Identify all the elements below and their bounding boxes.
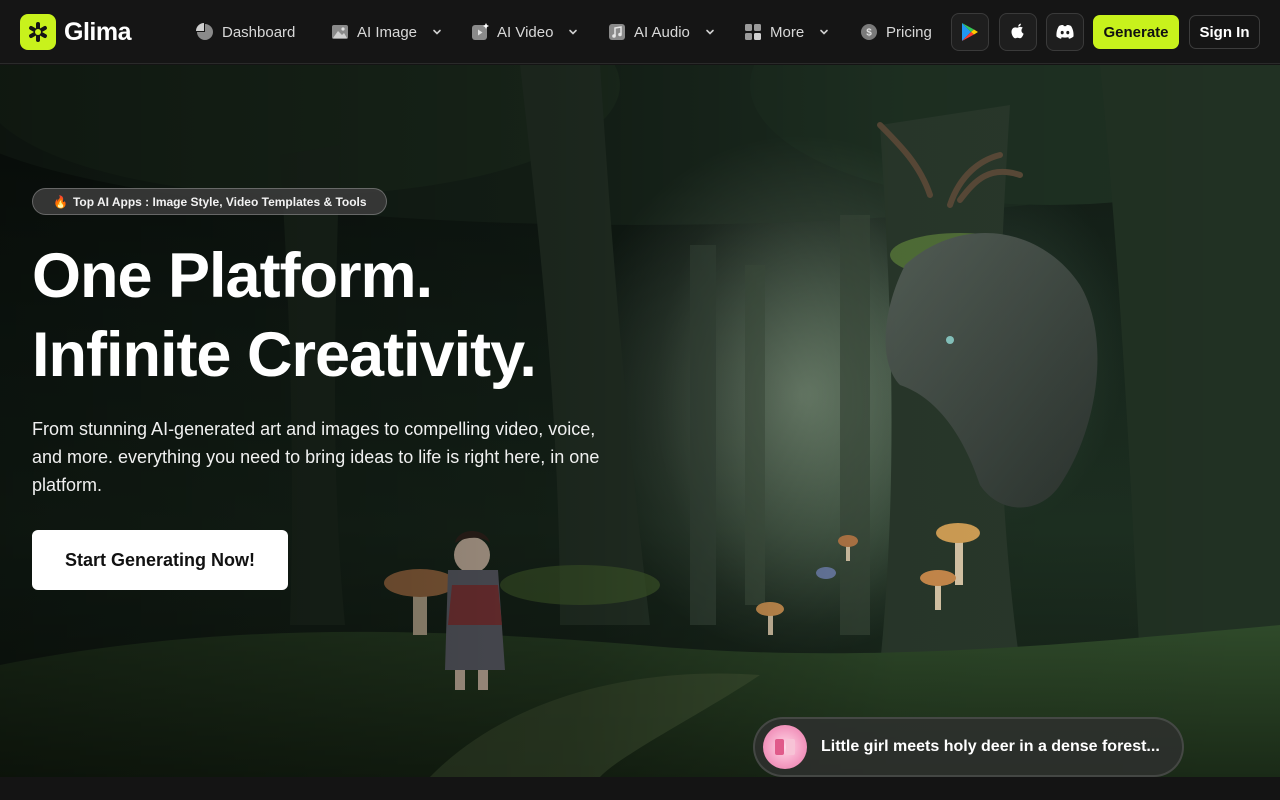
- apple-icon: [1011, 23, 1024, 39]
- google-play-button[interactable]: [951, 13, 989, 51]
- brand-logo[interactable]: Glima: [20, 14, 131, 50]
- discord-button[interactable]: [1046, 13, 1084, 51]
- nav-item-label: More: [770, 23, 805, 41]
- sign-in-button[interactable]: Sign In: [1189, 15, 1260, 49]
- image-icon: [331, 23, 349, 41]
- nav-item-label: AI Image: [357, 23, 418, 41]
- google-play-icon: [962, 23, 978, 41]
- nav-item-label: AI Video: [497, 23, 554, 41]
- dollar-icon: $: [860, 23, 878, 41]
- image-thumbnail-icon: [775, 739, 795, 755]
- discord-icon: [1056, 25, 1074, 39]
- hero-headline: One Platform. Infinite Creativity.: [32, 237, 537, 395]
- headline-line-1: One Platform.: [32, 241, 433, 311]
- app-store-button[interactable]: [999, 13, 1037, 51]
- nav-item-ai-video[interactable]: AI Video: [471, 20, 579, 44]
- prompt-preview-pill[interactable]: Little girl meets holy deer in a dense f…: [753, 717, 1184, 777]
- chevron-down-icon: [820, 29, 828, 35]
- nav-item-label: AI Audio: [634, 23, 690, 41]
- nav-item-more[interactable]: More: [744, 20, 830, 44]
- nav-item-ai-image[interactable]: AI Image: [331, 20, 443, 44]
- top-navigation: Glima Dashboard AI Image AI Video AI Aud…: [0, 0, 1280, 64]
- nav-item-label: Pricing: [886, 23, 932, 41]
- headline-line-2: Infinite Creativity.: [32, 320, 537, 390]
- brand-name: Glima: [64, 17, 131, 46]
- video-icon: [471, 23, 489, 41]
- nav-item-dashboard[interactable]: Dashboard: [196, 20, 295, 44]
- grid-icon: [744, 23, 762, 41]
- badge-text: Top AI Apps : Image Style, Video Templat…: [72, 194, 367, 209]
- logo-mark-icon: [20, 14, 56, 50]
- chevron-down-icon: [706, 29, 714, 35]
- audio-icon: [608, 23, 626, 41]
- start-generating-button[interactable]: Start Generating Now!: [32, 530, 288, 590]
- fire-icon: 🔥: [53, 194, 68, 209]
- generate-button[interactable]: Generate: [1093, 15, 1179, 49]
- hero-section: 🔥 Top AI Apps : Image Style, Video Templ…: [0, 65, 1280, 777]
- top-apps-badge[interactable]: 🔥 Top AI Apps : Image Style, Video Templ…: [32, 188, 387, 215]
- prompt-text: Little girl meets holy deer in a dense f…: [821, 738, 1160, 755]
- nav-item-label: Dashboard: [222, 23, 296, 41]
- nav-item-ai-audio[interactable]: AI Audio: [608, 20, 716, 44]
- dashboard-icon: [196, 23, 214, 41]
- svg-text:$: $: [866, 28, 872, 39]
- page-bottom-strip: [0, 777, 1280, 800]
- nav-item-pricing[interactable]: $ Pricing: [860, 20, 932, 44]
- prompt-thumbnail: [763, 725, 807, 769]
- chevron-down-icon: [569, 29, 578, 35]
- hero-subtext: From stunning AI-generated art and image…: [32, 419, 600, 495]
- chevron-down-icon: [433, 29, 441, 35]
